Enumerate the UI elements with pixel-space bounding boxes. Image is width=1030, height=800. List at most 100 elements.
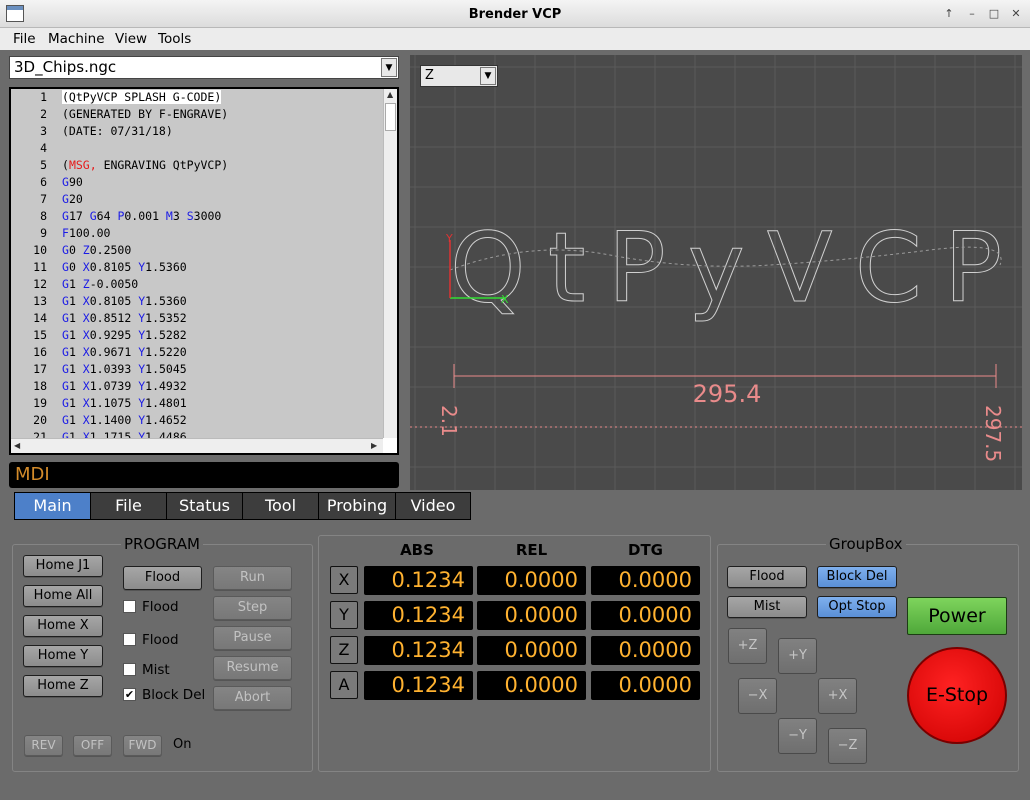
mist-checkbox[interactable] xyxy=(123,663,136,676)
spindle-rev-button[interactable]: REV xyxy=(24,735,63,756)
resume-button[interactable]: Resume xyxy=(213,656,292,680)
tab-probing[interactable]: Probing xyxy=(319,493,396,519)
vertical-scrollbar[interactable]: ▲ xyxy=(383,89,397,438)
dro-y-dtg: 0.0000 xyxy=(591,601,700,630)
chevron-down-icon[interactable]: ▼ xyxy=(480,67,496,85)
file-select[interactable]: 3D_Chips.ngc ▼ xyxy=(9,56,399,79)
step-button[interactable]: Step xyxy=(213,596,292,620)
chevron-down-icon[interactable]: ▼ xyxy=(381,58,397,77)
dro-axis-z[interactable]: Z xyxy=(330,636,358,664)
gcode-line[interactable]: 9 F100.00 xyxy=(11,225,383,242)
gb-flood-button[interactable]: Flood xyxy=(727,566,807,588)
gcode-line[interactable]: 7 G20 xyxy=(11,191,383,208)
dro-axis-a[interactable]: A xyxy=(330,671,358,699)
backplot-preview[interactable]: QtPyVCP X Y 295.4 2.1 297.5 xyxy=(410,55,1022,490)
scroll-left-icon[interactable]: ◀ xyxy=(14,441,20,450)
home-j1-button[interactable]: Home J1 xyxy=(23,555,103,577)
flood-button[interactable]: Flood xyxy=(123,566,202,590)
gcode-line[interactable]: 5 (MSG, ENGRAVING QtPyVCP) xyxy=(11,157,383,174)
flood-checkbox-1[interactable] xyxy=(123,600,136,613)
gcode-line-text: F100.00 xyxy=(62,226,111,240)
gcode-line-text: (GENERATED BY F-ENGRAVE) xyxy=(62,107,229,121)
gb-opt-stop-button[interactable]: Opt Stop xyxy=(817,596,897,618)
tab-tool[interactable]: Tool xyxy=(243,493,319,519)
horizontal-scrollbar[interactable]: ◀ ▶ xyxy=(11,438,383,453)
gcode-line[interactable]: 11 G0 X0.8105 Y1.5360 xyxy=(11,259,383,276)
gcode-line[interactable]: 15 G1 X0.9295 Y1.5282 xyxy=(11,327,383,344)
jog-minus-x-button[interactable]: −X xyxy=(738,678,777,714)
block-del-checkbox[interactable]: ✔ xyxy=(123,688,136,701)
gcode-line[interactable]: 19 G1 X1.1075 Y1.4801 xyxy=(11,395,383,412)
gcode-editor[interactable]: 1 (QtPyVCP SPLASH G-CODE) 2 (GENERATED BY F… xyxy=(9,87,399,455)
run-button[interactable]: Run xyxy=(213,566,292,590)
gcode-line[interactable]: 3 (DATE: 07/31/18) xyxy=(11,123,383,140)
spindle-fwd-button[interactable]: FWD xyxy=(123,735,162,756)
power-button[interactable]: Power xyxy=(907,597,1007,635)
gcode-line[interactable]: 1 (QtPyVCP SPLASH G-CODE) xyxy=(11,89,383,106)
maximize-button[interactable]: □ xyxy=(985,6,1003,23)
gcode-line-number: 18 xyxy=(33,379,47,393)
scroll-up-icon[interactable]: ▲ xyxy=(387,90,393,99)
home-z-button[interactable]: Home Z xyxy=(23,675,103,697)
menu-tools[interactable]: Tools xyxy=(158,31,191,47)
gcode-line[interactable]: 2 (GENERATED BY F-ENGRAVE) xyxy=(11,106,383,123)
pause-button[interactable]: Pause xyxy=(213,626,292,650)
gcode-line[interactable]: 12 G1 Z-0.0050 xyxy=(11,276,383,293)
jog-minus-y-button[interactable]: −Y xyxy=(778,718,817,754)
jog-plus-x-button[interactable]: +X xyxy=(818,678,857,714)
tab-video[interactable]: Video xyxy=(396,493,470,519)
gcode-line-number: 2 xyxy=(40,107,47,121)
tab-file[interactable]: File xyxy=(91,493,167,519)
gcode-line[interactable]: 16 G1 X0.9671 Y1.5220 xyxy=(11,344,383,361)
gb-mist-button[interactable]: Mist xyxy=(727,596,807,618)
scroll-right-icon[interactable]: ▶ xyxy=(371,441,377,450)
dro-y-abs: 0.1234 xyxy=(364,601,473,630)
tab-main[interactable]: Main xyxy=(15,493,91,519)
spindle-off-button[interactable]: OFF xyxy=(73,735,112,756)
main-tabs: Main File Status Tool Probing Video xyxy=(14,492,471,520)
gcode-line[interactable]: 17 G1 X1.0393 Y1.5045 xyxy=(11,361,383,378)
menu-file[interactable]: File xyxy=(13,31,36,47)
gcode-line-number: 1 xyxy=(40,90,47,104)
gcode-line[interactable]: 21 G1 X1.1715 Y1.4486 xyxy=(11,429,383,438)
home-all-button[interactable]: Home All xyxy=(23,585,103,607)
jog-plus-y-button[interactable]: +Y xyxy=(778,638,817,674)
view-select[interactable]: Z ▼ xyxy=(420,65,498,87)
gcode-text-area[interactable]: 1 (QtPyVCP SPLASH G-CODE) 2 (GENERATED BY F… xyxy=(11,89,383,438)
flood-checkbox-2[interactable] xyxy=(123,633,136,646)
keep-above-button[interactable]: ↑ xyxy=(940,6,958,23)
home-x-button[interactable]: Home X xyxy=(23,615,103,637)
estop-button[interactable]: E-Stop xyxy=(907,647,1007,744)
gcode-line[interactable]: 4 xyxy=(11,140,383,157)
mdi-input[interactable]: MDI xyxy=(9,462,399,488)
minimize-button[interactable]: – xyxy=(963,6,981,23)
gcode-line[interactable]: 18 G1 X1.0739 Y1.4932 xyxy=(11,378,383,395)
tab-status[interactable]: Status xyxy=(167,493,243,519)
home-y-button[interactable]: Home Y xyxy=(23,645,103,667)
scroll-thumb[interactable] xyxy=(385,103,396,131)
gcode-line[interactable]: 8 G17 G64 P0.001 M3 S3000 xyxy=(11,208,383,225)
checkmark-icon: ✔ xyxy=(124,688,135,701)
dro-axis-y[interactable]: Y xyxy=(330,601,358,629)
window-title: Brender VCP xyxy=(468,7,562,22)
dro-axis-x[interactable]: X xyxy=(330,566,358,594)
gcode-line[interactable]: 13 G1 X0.8105 Y1.5360 xyxy=(11,293,383,310)
gcode-line-number: 6 xyxy=(40,175,47,189)
gcode-line-number: 9 xyxy=(40,226,47,240)
gcode-line-number: 17 xyxy=(33,362,47,376)
control-groupbox-title: GroupBox xyxy=(826,535,906,553)
dro-z-abs: 0.1234 xyxy=(364,636,473,665)
dimension-right-label: 297.5 xyxy=(981,405,1005,462)
menu-machine[interactable]: Machine xyxy=(48,31,105,47)
gcode-line[interactable]: 20 G1 X1.1400 Y1.4652 xyxy=(11,412,383,429)
gcode-line[interactable]: 6 G90 xyxy=(11,174,383,191)
gcode-line[interactable]: 10 G0 Z0.2500 xyxy=(11,242,383,259)
abort-button[interactable]: Abort xyxy=(213,686,292,710)
gb-block-del-button[interactable]: Block Del xyxy=(817,566,897,588)
menu-view[interactable]: View xyxy=(115,31,147,47)
jog-minus-z-button[interactable]: −Z xyxy=(828,728,867,764)
gcode-line-number: 13 xyxy=(33,294,47,308)
jog-plus-z-button[interactable]: +Z xyxy=(728,628,767,664)
gcode-line[interactable]: 14 G1 X0.8512 Y1.5352 xyxy=(11,310,383,327)
close-button[interactable]: ✕ xyxy=(1007,6,1025,23)
